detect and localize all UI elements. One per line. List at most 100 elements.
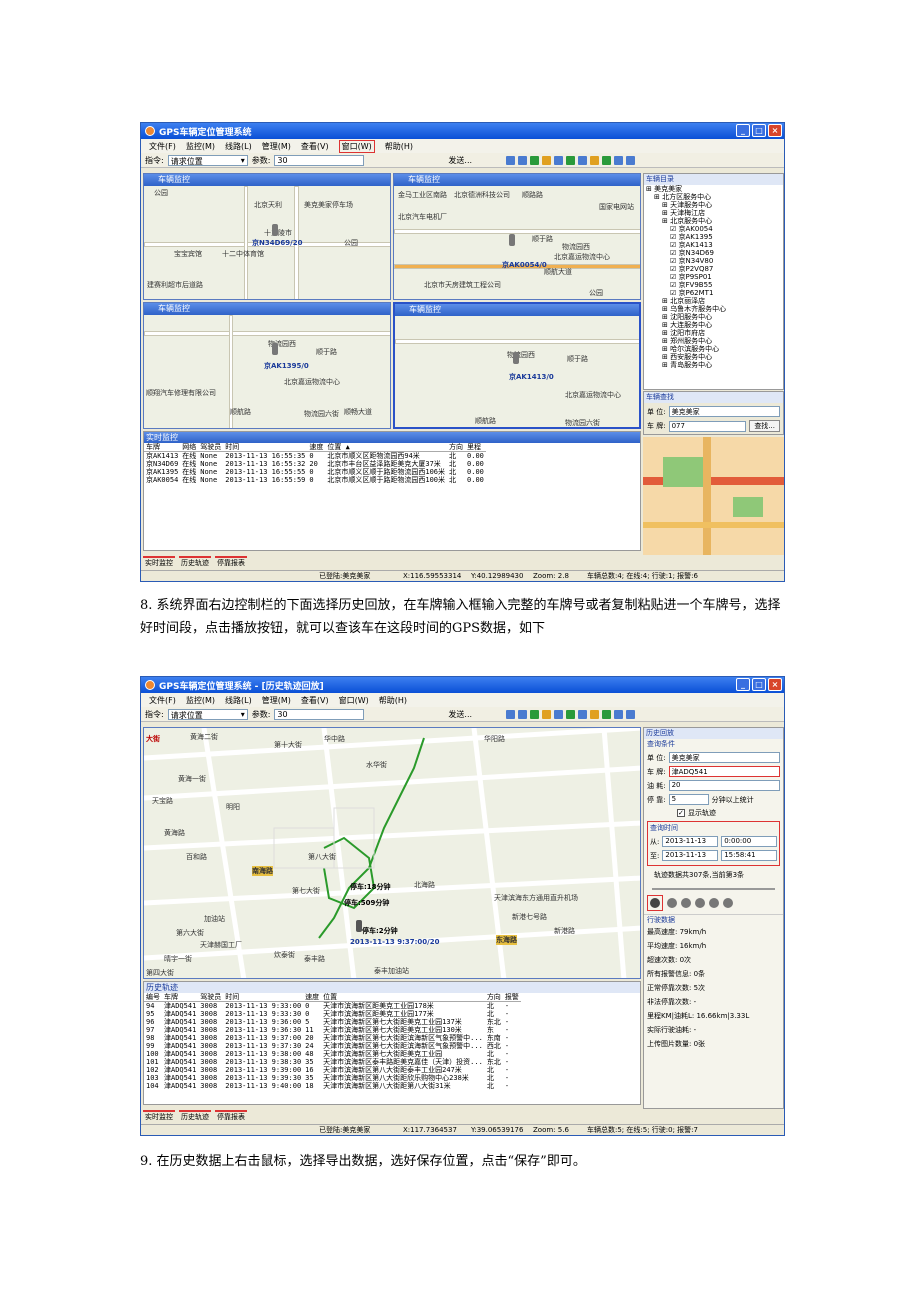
map-panel-4[interactable]: 车辆监控 物流园西 顺于路 北京嘉运物流中心 顺航路 物流园六街 京AK1413… [393, 302, 641, 429]
menu-file[interactable]: 文件(F) [149, 695, 176, 706]
tree-item[interactable]: ⊞ 天津服务中心 [644, 201, 783, 209]
play-button[interactable] [647, 895, 663, 911]
column-header[interactable]: 里程 [465, 443, 486, 452]
column-header[interactable]: 时间 [223, 993, 304, 1002]
tree-item[interactable]: ⊞ 大连服务中心 [644, 321, 783, 329]
table-row[interactable]: 103 津ADQ541 3008 2013-11-13 9:39:30 35 天津市滨海新… [144, 1074, 521, 1082]
menu-route[interactable]: 线路(L) [225, 695, 252, 706]
menu-view[interactable]: 查看(V) [301, 695, 329, 706]
from-time[interactable]: 0:00:00 [721, 836, 778, 847]
column-header[interactable]: 位置 ▲ [325, 443, 448, 452]
plate-input[interactable]: 津ADQ541 [668, 766, 780, 777]
column-header[interactable]: 编号 [144, 993, 162, 1002]
stop-input[interactable]: 5 [668, 794, 709, 805]
table-row[interactable]: 100 津ADQ541 3008 2013-11-13 9:38:00 48 天津市滨海新… [144, 1050, 521, 1058]
from-date[interactable]: 2013-11-13 [662, 836, 719, 847]
tree-item[interactable]: ⊞ 沈阳市府店 [644, 329, 783, 337]
tree-item[interactable]: ⊞ 美克美家 [644, 185, 783, 193]
menu-view[interactable]: 查看(V) [301, 141, 329, 152]
minimize-button[interactable]: _ [736, 124, 750, 137]
map-panel-3[interactable]: 车辆监控 物流园西 顺于路 北京嘉运物流中心 顺翔汽车修理有限公司 顺航路 物流… [143, 302, 391, 429]
route-icon[interactable] [602, 709, 612, 719]
pause-icon[interactable] [667, 898, 677, 908]
pointer-icon[interactable] [518, 155, 528, 165]
export-icon[interactable] [723, 898, 733, 908]
zoom-out-icon[interactable] [542, 709, 552, 719]
realtime-table[interactable]: 车牌 网络 驾驶员 时间 速度 位置 ▲ 方向 里程 京AK1413 在线 None 2013-11-… [144, 443, 486, 484]
car-marker-icon[interactable] [272, 343, 278, 355]
grid-icon[interactable] [590, 155, 600, 165]
tree-item[interactable]: ⊞ 乌鲁木齐服务中心 [644, 305, 783, 313]
tab-history[interactable]: 历史轨迹 [179, 555, 211, 568]
menu-window[interactable]: 窗口(W) [338, 139, 375, 153]
save-icon[interactable] [506, 155, 516, 165]
cmd-select[interactable]: 请求位置 ▾ [167, 708, 248, 720]
show-track-checkbox[interactable]: ✓ [677, 809, 685, 817]
layer-icon[interactable] [578, 155, 588, 165]
maximize-button[interactable]: □ [752, 678, 766, 691]
tree-item[interactable]: ⊞ 沈阳服务中心 [644, 313, 783, 321]
route-icon[interactable] [602, 155, 612, 165]
tree-item[interactable]: ☑ 京P9SP01 [644, 273, 783, 281]
zoom-out-icon[interactable] [542, 155, 552, 165]
screen-icon[interactable] [614, 155, 624, 165]
menu-manage[interactable]: 管理(M) [262, 695, 291, 706]
car-marker-icon[interactable] [356, 920, 362, 932]
menu-route[interactable]: 线路(L) [225, 141, 252, 152]
column-header[interactable]: 位置 [321, 993, 485, 1002]
column-header[interactable]: 方向 [484, 993, 503, 1002]
tree-item[interactable]: ⊞ 北京服务中心 [644, 217, 783, 225]
car-marker-icon[interactable] [509, 234, 515, 246]
column-header[interactable]: 驾驶员 [198, 443, 224, 452]
tree-item[interactable]: ☑ 京P62MT1 [644, 289, 783, 297]
menu-help[interactable]: 帮助(H) [379, 695, 407, 706]
table-row[interactable]: 98 津ADQ541 3008 2013-11-13 9:37:00 20 天津市滨海新区… [144, 1034, 521, 1042]
tree-item[interactable]: ⊞ 青岛服务中心 [644, 361, 783, 369]
param-input[interactable]: 30 [274, 708, 365, 720]
save-icon[interactable] [506, 709, 516, 719]
table-row[interactable]: 101 津ADQ541 3008 2013-11-13 9:38:30 35 天津市滨海新… [144, 1058, 521, 1066]
history-table[interactable]: 编号 车牌 驾驶员 时间 速度 位置 方向 报警 94 津ADQ541 3008 2013-11-13… [144, 993, 521, 1090]
screen-icon[interactable] [614, 709, 624, 719]
tree-item[interactable]: ☑ 京P2VQ87 [644, 265, 783, 273]
menu-help[interactable]: 帮助(H) [385, 141, 413, 152]
pan-icon[interactable] [554, 709, 564, 719]
column-header[interactable]: 车牌 [144, 443, 181, 452]
send-button[interactable]: 发送... [448, 155, 472, 166]
tab-realtime[interactable]: 实时监控 [143, 555, 175, 568]
table-row[interactable]: 96 津ADQ541 3008 2013-11-13 9:36:00 5 天津市滨海新区第… [144, 1018, 521, 1026]
tree-item[interactable]: ⊞ 天津梅江店 [644, 209, 783, 217]
stop-icon[interactable] [681, 898, 691, 908]
history-grid[interactable]: 历史轨迹 编号 车牌 驾驶员 时间 速度 位置 方向 报警 94 津ADQ541 3008 2013-… [143, 981, 641, 1105]
tree-item[interactable]: ☑ 京N34D69 [644, 249, 783, 257]
measure-icon[interactable] [566, 155, 576, 165]
history-map[interactable]: 大街 黄海二街 第十大街 华中路 华阳路 水华街 黄海一街 天宝路 明阳 黄海路… [143, 727, 641, 979]
minimize-button[interactable]: _ [736, 678, 750, 691]
vehicle-tree[interactable]: ⊞ 美克美家 ⊞ 北方区服务中心 ⊞ 天津服务中心 ⊞ 天津梅江店 ⊞ 北京服务中心 ☑ … [644, 185, 783, 369]
column-header[interactable]: 速度 [307, 443, 326, 452]
menu-monitor[interactable]: 监控(M) [186, 141, 215, 152]
measure-icon[interactable] [566, 709, 576, 719]
print-icon[interactable] [626, 709, 636, 719]
table-row[interactable]: 94 津ADQ541 3008 2013-11-13 9:33:00 0 天津市滨海新区距… [144, 1002, 521, 1011]
column-header[interactable]: 速度 [303, 993, 322, 1002]
pointer-icon[interactable] [518, 709, 528, 719]
car-marker-icon[interactable] [272, 224, 278, 236]
tree-item[interactable]: ⊞ 郑州服务中心 [644, 337, 783, 345]
menu-window[interactable]: 窗口(W) [339, 695, 369, 706]
overview-minimap[interactable] [643, 437, 784, 555]
tree-item[interactable]: ☑ 京FV9B55 [644, 281, 783, 289]
menu-file[interactable]: 文件(F) [149, 141, 176, 152]
map-panel-1[interactable]: 车辆监控 公园 北京天利 美克美家停车场 十三陵市 宝宝宾馆 十二中体育馆 公园… [143, 173, 391, 300]
forward-icon[interactable] [709, 898, 719, 908]
tab-realtime[interactable]: 实时监控 [143, 1109, 175, 1122]
tree-item[interactable]: ⊞ 西安服务中心 [644, 353, 783, 361]
table-row[interactable]: 京AK1413 在线 None 2013-11-13 16:55:35 0 北京市顺义区距… [144, 452, 486, 461]
rewind-icon[interactable] [695, 898, 705, 908]
table-row[interactable]: 95 津ADQ541 3008 2013-11-13 9:33:30 0 天津市滨海新区距… [144, 1010, 521, 1018]
tree-item[interactable]: ⊞ 北方区服务中心 [644, 193, 783, 201]
menu-manage[interactable]: 管理(M) [262, 141, 291, 152]
tree-item[interactable]: ☑ 京AK1395 [644, 233, 783, 241]
print-icon[interactable] [626, 155, 636, 165]
table-row[interactable]: 104 津ADQ541 3008 2013-11-13 9:40:00 18 天津市滨海新… [144, 1082, 521, 1090]
